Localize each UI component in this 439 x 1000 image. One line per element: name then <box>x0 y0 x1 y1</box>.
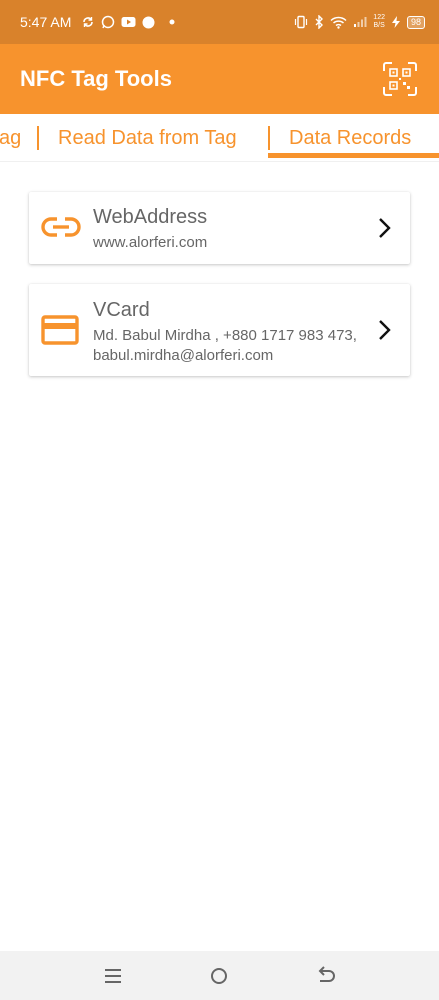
dot-icon <box>169 19 175 25</box>
record-title: VCard <box>93 299 150 321</box>
record-title: WebAddress <box>93 206 208 228</box>
vibrate-icon <box>294 15 308 29</box>
record-card-vcard[interactable]: VCard Md. Babul Mirdha , +880 1717 983 4… <box>29 284 410 376</box>
home-icon <box>211 967 228 984</box>
status-time: 5:47 AM <box>20 14 72 30</box>
tab-label: Data Records <box>289 126 412 149</box>
charging-icon <box>391 15 401 29</box>
youtube-icon <box>121 16 136 28</box>
bluetooth-icon <box>314 15 324 29</box>
back-button[interactable] <box>311 961 341 991</box>
signal-icon <box>353 16 367 28</box>
record-subtitle: Md. Babul Mirdha , +880 1717 983 473, ba… <box>93 327 357 364</box>
net-speed: 122 B/S <box>373 14 385 30</box>
app-bar: NFC Tag Tools <box>0 44 439 114</box>
tab-selected-indicator <box>268 153 439 158</box>
record-subtitle: www.alorferi.com <box>93 234 208 251</box>
system-nav-bar <box>0 951 439 1000</box>
card-icon <box>41 315 81 350</box>
recent-apps-button[interactable] <box>98 961 128 991</box>
tab-label: Read Data from Tag <box>58 126 237 149</box>
status-notification-icons <box>81 15 175 29</box>
sync-icon <box>81 15 95 29</box>
back-icon <box>318 965 335 982</box>
tab-write-tag[interactable]: ag <box>0 114 22 161</box>
wifi-icon <box>330 16 347 29</box>
status-bar: 5:47 AM 122 B/S 98 <box>0 0 439 44</box>
record-card-webaddress[interactable]: WebAddress www.alorferi.com <box>29 192 410 264</box>
chevron-right-icon <box>379 218 391 238</box>
net-speed-unit: B/S <box>373 22 385 29</box>
net-speed-value: 122 <box>373 14 385 21</box>
whatsapp-icon <box>101 15 115 29</box>
home-button[interactable] <box>204 961 234 991</box>
chevron-right-icon <box>379 320 391 340</box>
link-icon <box>41 214 81 245</box>
tab-divider <box>268 126 270 150</box>
menu-icon <box>105 968 122 983</box>
tab-read-data-from-tag[interactable]: Read Data from Tag <box>58 114 237 161</box>
app-title: NFC Tag Tools <box>20 66 172 91</box>
battery-level: 98 <box>406 15 425 29</box>
tab-divider <box>37 126 39 150</box>
qr-scan-button[interactable] <box>381 60 419 98</box>
tab-label: ag <box>0 126 22 149</box>
circle-icon <box>142 16 155 29</box>
qr-scan-icon <box>383 62 417 96</box>
status-system-icons: 122 B/S 98 <box>294 14 425 30</box>
